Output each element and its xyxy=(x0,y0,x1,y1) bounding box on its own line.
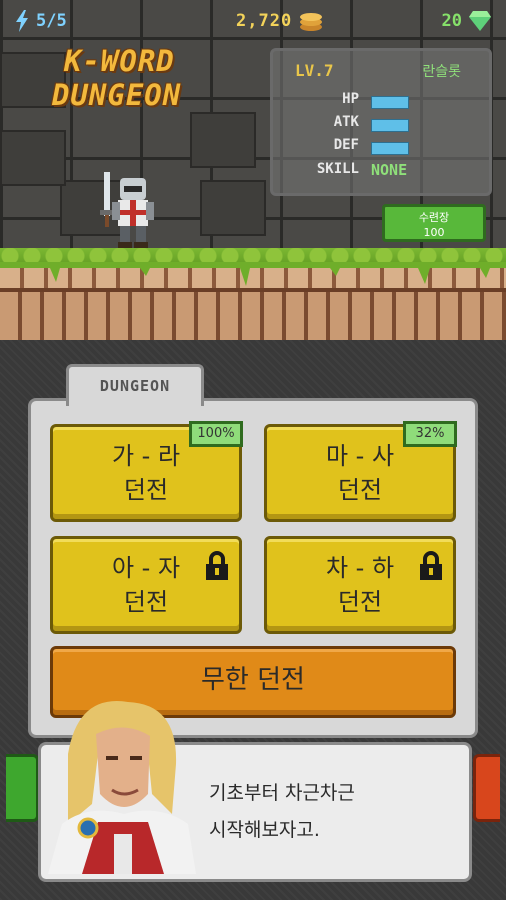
energy-counter: 5/5 xyxy=(14,10,67,32)
gem-icon xyxy=(469,11,491,31)
dungeon-button-ma-sa[interactable]: 마 - 사 던전 32% xyxy=(264,421,457,522)
lock-icon xyxy=(420,551,442,580)
gem-value: 20 xyxy=(441,11,462,31)
level-label: LV.7 xyxy=(295,61,334,80)
right-side-tab[interactable] xyxy=(473,754,500,822)
wall-brick xyxy=(200,180,266,236)
moss-drips xyxy=(0,262,506,286)
stat-def-label: DEF xyxy=(333,137,359,153)
wall-brick xyxy=(190,112,256,168)
dungeon-button-cha-ha-label: 던전 xyxy=(337,588,383,616)
dungeon-button-cha-ha[interactable]: 차 - 하 던전 xyxy=(264,536,456,634)
stat-atk-bar xyxy=(371,119,409,132)
gem-counter: 20 xyxy=(442,10,492,32)
brick-floor-lower xyxy=(0,288,506,344)
character-name: 란슬롯 xyxy=(422,64,461,80)
energy-value: 5/5 xyxy=(36,11,67,31)
top-status-bar: 5/5 2,720 20 xyxy=(0,0,506,46)
character-stats-panel: LV.7 란슬롯 HP ATK DEF SKILL NONE xyxy=(270,48,492,196)
stat-atk: ATK xyxy=(289,114,489,136)
npc-portrait xyxy=(48,701,196,874)
knight-character xyxy=(100,172,154,248)
dungeon-button-ga-ra[interactable]: 가 - 라 던전 100% xyxy=(50,421,243,522)
logo-line1: K-WORD xyxy=(64,44,175,78)
stat-hp: HP xyxy=(289,91,489,113)
stat-def: DEF xyxy=(289,137,489,159)
logo-line2: DUNGEON xyxy=(52,78,182,112)
stat-skill-value: NONE xyxy=(371,161,408,179)
lightning-icon xyxy=(16,10,28,32)
training-button[interactable]: 수련장 100 xyxy=(382,204,486,242)
dungeon-button-ma-sa-label: 던전 xyxy=(337,476,383,504)
dungeon-button-a-ja[interactable]: 아 - 자 던전 xyxy=(50,536,242,634)
gold-counter: 2,720 xyxy=(236,10,324,32)
wall-brick xyxy=(0,130,66,186)
gold-value: 2,720 xyxy=(236,11,293,31)
tab-dungeon[interactable]: DUNGEON xyxy=(66,364,204,406)
lock-icon xyxy=(206,551,228,580)
training-button-label: 수련장 xyxy=(418,211,450,224)
dialog-text: 기초부터 차근차근 시작해보자고. xyxy=(209,775,355,849)
progress-badge: 100% xyxy=(189,421,243,447)
stat-hp-bar xyxy=(371,96,409,109)
stat-atk-label: ATK xyxy=(333,114,359,130)
stat-def-bar xyxy=(371,142,409,155)
dungeon-button-a-ja-label: 던전 xyxy=(123,588,169,616)
coin-stack-icon xyxy=(300,13,323,31)
left-side-tab[interactable] xyxy=(6,754,39,822)
dialog-line2: 시작해보자고. xyxy=(209,819,320,841)
progress-badge: 32% xyxy=(403,421,457,447)
dialog-line1: 기초부터 차근차근 xyxy=(209,782,355,804)
training-button-cost: 100 xyxy=(423,226,445,239)
game-logo: K-WORD DUNGEON xyxy=(52,44,232,112)
stat-hp-label: HP xyxy=(342,91,359,107)
stat-skill-label: SKILL xyxy=(316,161,359,177)
dungeon-button-ga-ra-label: 던전 xyxy=(123,476,169,504)
stat-skill: SKILL NONE xyxy=(289,161,489,183)
